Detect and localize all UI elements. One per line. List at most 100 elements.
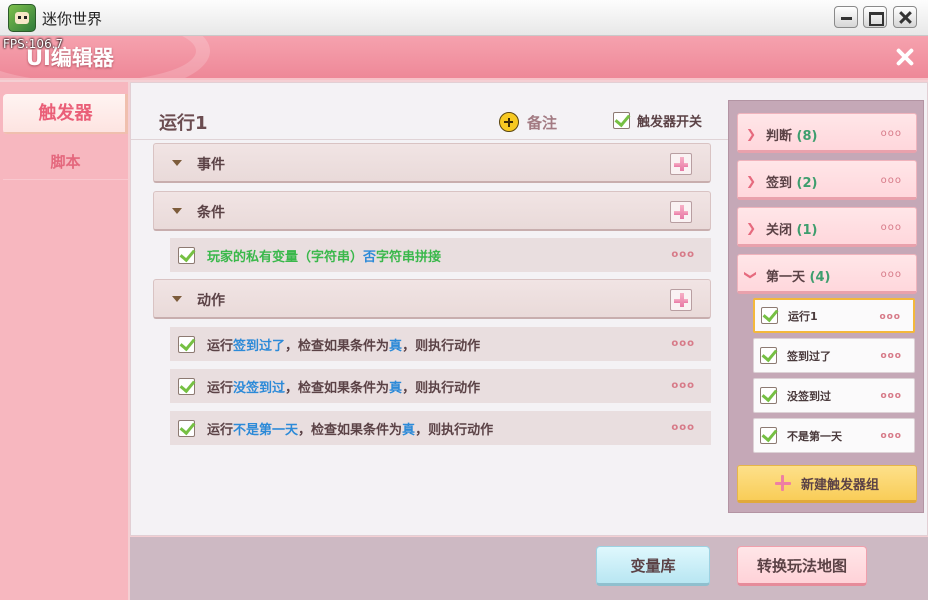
more-options-icon[interactable]: ooo	[671, 381, 695, 391]
plus-icon	[774, 475, 791, 491]
group-close[interactable]: ❯ 关闭 (1) ooo	[737, 207, 917, 247]
condition-op[interactable]: 否	[363, 250, 376, 265]
trigger-name: 运行1	[159, 113, 208, 134]
more-options-icon[interactable]: ooo	[881, 223, 902, 233]
trigger-item-not-signed[interactable]: 没签到过 ooo	[753, 378, 915, 413]
add-circle-icon	[499, 112, 519, 132]
add-action-button[interactable]	[670, 289, 692, 311]
more-options-icon[interactable]: ooo	[881, 129, 902, 139]
action-mid: ，检查如果条件为	[298, 422, 403, 438]
checkbox-icon[interactable]	[178, 419, 195, 437]
action-value[interactable]: 真	[402, 423, 415, 438]
tab-triggers[interactable]: 触发器	[3, 94, 128, 134]
window-title: 迷你世界	[42, 10, 103, 28]
note-label: 备注	[527, 113, 558, 132]
trigger-label: 不是第一天	[787, 429, 842, 443]
more-options-icon[interactable]: ooo	[879, 313, 901, 322]
action-value[interactable]: 真	[389, 339, 402, 354]
switch-map-button[interactable]: 转换玩法地图	[737, 546, 867, 586]
action-mid: ，检查如果条件为	[285, 338, 390, 354]
section-action[interactable]: 动作	[153, 279, 711, 319]
editor-close-icon[interactable]	[894, 46, 916, 68]
trigger-item-signed[interactable]: 签到过了 ooo	[753, 338, 915, 373]
group-label: 第一天 (4)	[766, 270, 831, 285]
variable-library-button[interactable]: 变量库	[596, 546, 710, 586]
checkbox-icon[interactable]	[178, 377, 195, 395]
condition-var[interactable]: 玩家的私有变量（字符串）	[207, 250, 363, 265]
group-label: 签到 (2)	[766, 176, 818, 191]
trigger-label: 签到过了	[787, 349, 831, 363]
collapse-triangle-icon[interactable]	[172, 208, 182, 214]
chevron-right-icon: ❯	[746, 127, 757, 141]
more-options-icon[interactable]: ooo	[881, 176, 902, 186]
condition-text: 玩家的私有变量（字符串）否字符串拼接	[207, 246, 441, 265]
condition-value[interactable]: 字符串拼接	[376, 250, 441, 265]
chevron-down-icon: ❯	[744, 269, 759, 281]
add-event-button[interactable]	[670, 153, 692, 175]
group-first-day[interactable]: ❯ 第一天 (4) ooo	[737, 254, 917, 294]
action-row[interactable]: 运行签到过了，检查如果条件为真，则执行动作 ooo	[170, 327, 711, 361]
action-target[interactable]: 没签到过	[233, 381, 285, 396]
collapse-triangle-icon[interactable]	[172, 296, 182, 302]
more-options-icon[interactable]: ooo	[881, 270, 902, 280]
add-condition-button[interactable]	[670, 201, 692, 223]
more-options-icon[interactable]: ooo	[671, 423, 695, 433]
window-titlebar: 迷你世界	[0, 0, 928, 36]
action-value[interactable]: 真	[389, 381, 402, 396]
section-label: 事件	[197, 157, 225, 173]
group-judge[interactable]: ❯ 判断 (8) ooo	[737, 113, 917, 153]
group-label: 关闭 (1)	[766, 223, 818, 238]
action-pre: 运行	[207, 422, 234, 438]
trigger-label: 没签到过	[787, 389, 831, 403]
trigger-switch[interactable]: 触发器开关	[613, 111, 702, 130]
trigger-item-run1[interactable]: 运行1 ooo	[753, 298, 915, 333]
checkbox-icon[interactable]	[613, 112, 630, 129]
maximize-button[interactable]	[863, 6, 887, 28]
checkbox-icon[interactable]	[760, 427, 777, 444]
group-label: 判断 (8)	[766, 129, 818, 144]
section-condition[interactable]: 条件	[153, 191, 711, 231]
checkbox-icon[interactable]	[760, 387, 777, 404]
action-pre: 运行	[207, 338, 234, 354]
chevron-right-icon: ❯	[746, 221, 757, 235]
action-pre: 运行	[207, 380, 234, 396]
app-icon	[8, 4, 36, 32]
action-post: ，则执行动作	[402, 380, 481, 396]
divider	[131, 139, 729, 140]
checkbox-icon[interactable]	[760, 347, 777, 364]
action-text: 运行签到过了，检查如果条件为真，则执行动作	[207, 335, 480, 354]
action-target[interactable]: 签到过了	[233, 339, 285, 354]
more-options-icon[interactable]: ooo	[671, 250, 695, 260]
more-options-icon[interactable]: ooo	[671, 339, 695, 349]
checkbox-icon[interactable]	[761, 307, 778, 324]
trigger-item-not-first-day[interactable]: 不是第一天 ooo	[753, 418, 915, 453]
more-options-icon[interactable]: ooo	[880, 392, 902, 401]
chevron-right-icon: ❯	[746, 174, 757, 188]
action-target[interactable]: 不是第一天	[233, 423, 298, 438]
action-post: ，则执行动作	[415, 422, 494, 438]
action-post: ，则执行动作	[402, 338, 481, 354]
minimize-button[interactable]	[834, 6, 858, 28]
collapse-triangle-icon[interactable]	[172, 160, 182, 166]
editor-header: UI编辑器	[0, 36, 928, 80]
group-signin[interactable]: ❯ 签到 (2) ooo	[737, 160, 917, 200]
add-note-button[interactable]: 备注	[499, 111, 557, 133]
trigger-label: 运行1	[788, 309, 818, 323]
tab-scripts[interactable]: 脚本	[3, 144, 128, 180]
window-close-button[interactable]	[893, 6, 917, 28]
action-row[interactable]: 运行不是第一天，检查如果条件为真，则执行动作 ooo	[170, 411, 711, 445]
left-sidebar: 触发器 脚本	[0, 82, 128, 600]
new-trigger-group-button[interactable]: 新建触发器组	[737, 465, 917, 503]
action-row[interactable]: 运行没签到过，检查如果条件为真，则执行动作 ooo	[170, 369, 711, 403]
checkbox-icon[interactable]	[178, 335, 195, 353]
trigger-switch-label: 触发器开关	[637, 115, 703, 130]
section-event[interactable]: 事件	[153, 143, 711, 183]
action-text: 运行没签到过，检查如果条件为真，则执行动作	[207, 377, 480, 396]
checkbox-icon[interactable]	[178, 246, 195, 264]
more-options-icon[interactable]: ooo	[880, 432, 902, 441]
action-text: 运行不是第一天，检查如果条件为真，则执行动作	[207, 419, 493, 438]
more-options-icon[interactable]: ooo	[880, 352, 902, 361]
trigger-group-panel: ❯ 判断 (8) ooo ❯ 签到 (2) ooo ❯ 关闭 (1) ooo ❯…	[728, 100, 924, 513]
condition-row[interactable]: 玩家的私有变量（字符串）否字符串拼接 ooo	[170, 238, 711, 272]
fps-counter: FPS:106.7	[3, 37, 64, 51]
